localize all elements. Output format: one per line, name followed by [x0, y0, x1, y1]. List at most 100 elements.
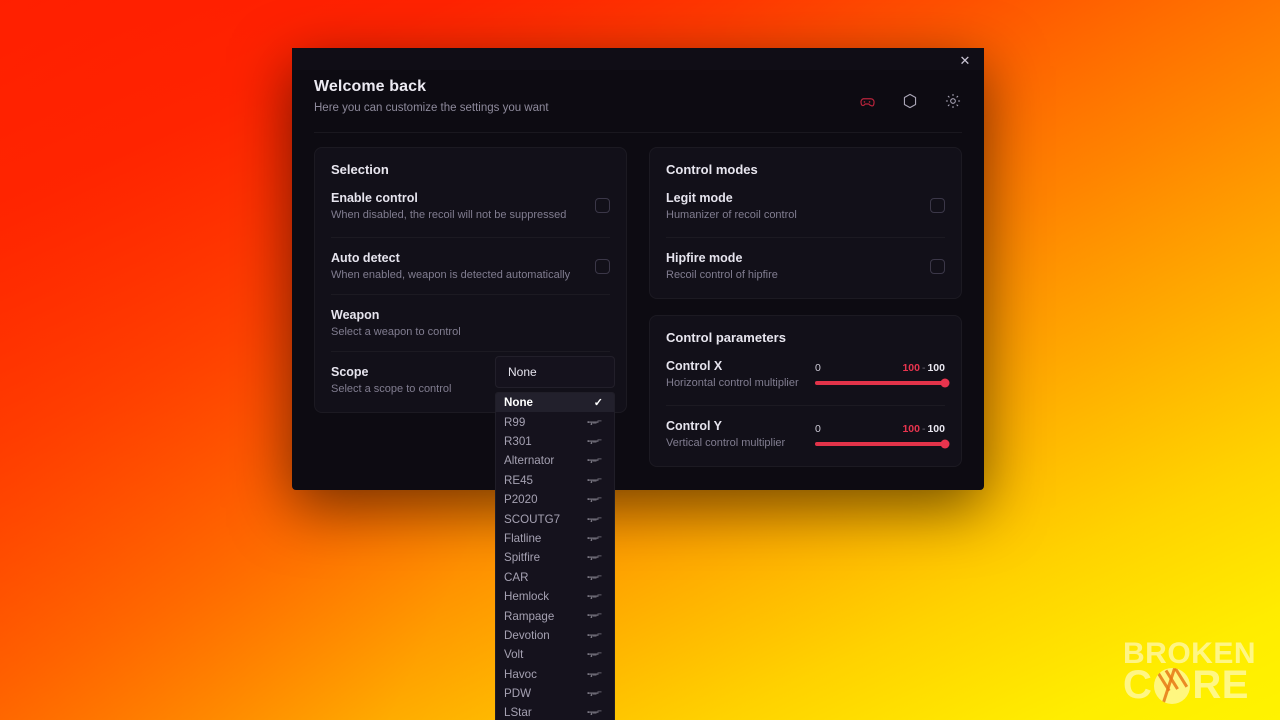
- row-control-x: Control X Horizontal control multiplier …: [666, 349, 950, 405]
- control-modes-card: Control modes Legit mode Humanizer of re…: [649, 147, 962, 299]
- close-button[interactable]: ✕: [954, 52, 976, 70]
- weapon-option-flatline[interactable]: Flatline: [496, 529, 614, 548]
- weapon-icon: [587, 476, 603, 485]
- row-text: Control X Horizontal control multiplier: [666, 359, 815, 389]
- row-label: Control Y: [666, 419, 723, 433]
- auto-detect-checkbox[interactable]: [595, 258, 610, 274]
- weapon-icon: [587, 437, 603, 446]
- weapon-option-devotion[interactable]: Devotion: [496, 626, 614, 645]
- slider-track[interactable]: [815, 378, 950, 388]
- weapon-dropdown-list[interactable]: None ✓ R99 R301 Alternator RE45 P2020 SCOUTG7 Fl…: [495, 392, 615, 720]
- weapon-option-label: None: [504, 396, 533, 410]
- slider-limit-value: 100: [927, 362, 945, 374]
- row-description: Select a scope to control: [331, 383, 452, 395]
- weapon-icon: [587, 611, 603, 620]
- slider-current-value: 100: [902, 362, 920, 374]
- slider-values: 0 100-100: [815, 423, 945, 435]
- weapon-option-lstar[interactable]: LStar: [496, 703, 614, 720]
- weapon-option-r301[interactable]: R301: [496, 432, 614, 451]
- row-description: Recoil control of hipfire: [666, 269, 778, 281]
- title-bar: ✕: [292, 48, 984, 70]
- row-text: Scope Select a scope to control: [331, 365, 490, 395]
- control-x-slider[interactable]: 0 100-100: [815, 362, 950, 388]
- page-title: Welcome back: [314, 78, 427, 95]
- weapon-icon: [587, 418, 603, 427]
- watermark-re: RE: [1192, 663, 1249, 708]
- weapon-option-label: Flatline: [504, 531, 542, 545]
- weapon-option-volt[interactable]: Volt: [496, 645, 614, 664]
- page-subtitle: Here you can customize the settings you …: [314, 102, 549, 114]
- row-description: Select a weapon to control: [331, 326, 461, 338]
- row-text: Hipfire mode Recoil control of hipfire: [666, 251, 930, 281]
- control-parameters-title: Control parameters: [666, 330, 786, 345]
- weapon-option-scoutg7[interactable]: SCOUTG7: [496, 509, 614, 528]
- right-column: Control modes Legit mode Humanizer of re…: [649, 147, 962, 467]
- slider-knob[interactable]: [940, 378, 950, 388]
- check-icon: ✓: [593, 397, 603, 410]
- row-description: When enabled, weapon is detected automat…: [331, 269, 571, 281]
- weapon-option-hemlock[interactable]: Hemlock: [496, 587, 614, 606]
- weapon-option-spitfire[interactable]: Spitfire: [496, 548, 614, 567]
- row-label: Enable control: [331, 190, 418, 205]
- weapon-option-label: Rampage: [504, 609, 555, 623]
- row-legit-mode: Legit mode Humanizer of recoil control: [666, 181, 945, 237]
- settings-content: Selection Enable control When disabled, …: [292, 133, 984, 487]
- control-modes-title: Control modes: [666, 162, 758, 177]
- weapon-option-p2020[interactable]: P2020: [496, 490, 614, 509]
- control-parameters-card: Control parameters Control X Horizontal …: [649, 315, 962, 467]
- weapon-option-none[interactable]: None ✓: [496, 393, 614, 413]
- enable-control-checkbox[interactable]: [595, 198, 610, 213]
- hipfire-mode-checkbox[interactable]: [930, 258, 945, 274]
- row-label: Scope: [331, 365, 369, 379]
- row-weapon: Weapon Select a weapon to control: [331, 294, 610, 351]
- row-description: Horizontal control multiplier: [666, 376, 799, 389]
- weapon-icon: [587, 689, 603, 698]
- row-control-y: Control Y Vertical control multiplier 0 …: [666, 405, 950, 462]
- weapon-option-havoc[interactable]: Havoc: [496, 664, 614, 683]
- slider-track[interactable]: [815, 439, 950, 448]
- weapon-icon: [587, 592, 603, 601]
- weapon-option-label: Spitfire: [504, 551, 541, 565]
- weapon-icon: [587, 515, 603, 524]
- slider-separator: -: [921, 422, 926, 435]
- row-label: Auto detect: [331, 251, 400, 265]
- weapon-dropdown-trigger[interactable]: None: [495, 356, 615, 388]
- row-label: Hipfire mode: [666, 251, 743, 265]
- row-description: When disabled, the recoil will not be su…: [331, 208, 567, 221]
- row-text: Weapon Select a weapon to control: [331, 308, 490, 338]
- hexagon-icon[interactable]: [901, 92, 919, 110]
- slider-fill: [815, 381, 945, 385]
- row-description: Humanizer of recoil control: [666, 208, 797, 221]
- watermark-line-2: C RE: [1122, 663, 1256, 708]
- slider-limit-value: 100: [927, 422, 945, 435]
- header-icon-group: [858, 92, 962, 110]
- gear-icon[interactable]: [944, 92, 962, 110]
- weapon-icon: [587, 631, 603, 640]
- weapon-option-pdw[interactable]: PDW: [496, 684, 614, 703]
- weapon-icon: [587, 534, 603, 543]
- weapon-option-label: LStar: [504, 706, 532, 720]
- slider-min-value: 0: [815, 362, 821, 374]
- weapon-icon: [587, 573, 603, 582]
- weapon-option-re45[interactable]: RE45: [496, 471, 614, 490]
- settings-window: ✕ Welcome back Here you can customize th…: [292, 48, 984, 720]
- slider-knob[interactable]: [940, 439, 950, 448]
- weapon-option-label: P2020: [504, 493, 538, 507]
- weapon-option-car[interactable]: CAR: [496, 568, 614, 587]
- legit-mode-checkbox[interactable]: [930, 198, 945, 213]
- watermark-c: C: [1122, 663, 1153, 708]
- weapon-option-rampage[interactable]: Rampage: [496, 606, 614, 625]
- broken-core-watermark: BROKEN C RE: [1122, 638, 1256, 708]
- row-text: Enable control When disabled, the recoil…: [331, 191, 595, 221]
- weapon-option-alternator[interactable]: Alternator: [496, 451, 614, 470]
- weapon-icon: [587, 495, 603, 504]
- weapon-option-label: Hemlock: [504, 590, 550, 604]
- weapon-option-r99[interactable]: R99: [496, 412, 614, 431]
- row-auto-detect: Auto detect When enabled, weapon is dete…: [331, 237, 610, 294]
- weapon-option-label: RE45: [504, 473, 534, 487]
- gamepad-icon[interactable]: [858, 92, 876, 110]
- weapon-option-label: R99: [504, 415, 526, 429]
- row-label: Weapon: [331, 308, 380, 322]
- weapon-option-label: Devotion: [504, 628, 550, 642]
- control-y-slider[interactable]: 0 100-100: [815, 423, 950, 448]
